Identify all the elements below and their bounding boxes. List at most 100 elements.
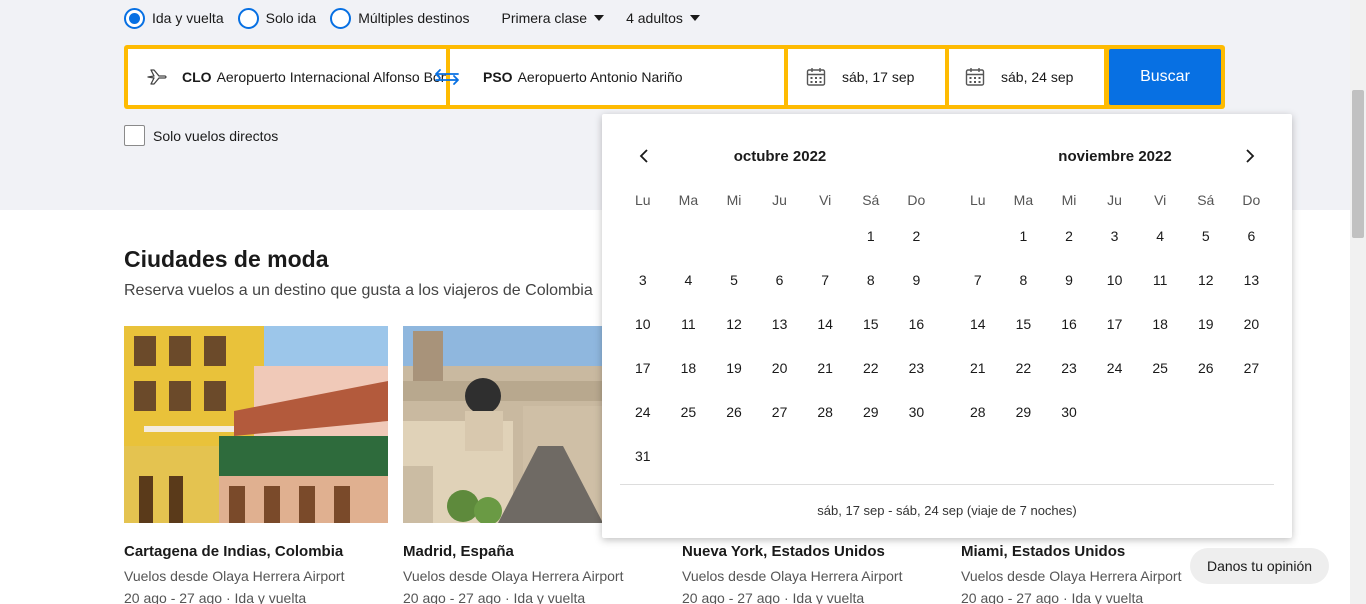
calendar-day[interactable]: 16 bbox=[894, 312, 940, 356]
calendar-day[interactable]: 5 bbox=[711, 268, 757, 312]
calendar-day[interactable]: 29 bbox=[1001, 400, 1047, 444]
swap-icon[interactable] bbox=[433, 67, 461, 87]
card-origin: Vuelos desde Olaya Herrera Airport bbox=[682, 568, 903, 584]
calendar-day[interactable]: 27 bbox=[1229, 356, 1275, 400]
calendar-day[interactable]: 15 bbox=[848, 312, 894, 356]
calendar-day[interactable]: 28 bbox=[955, 400, 1001, 444]
scrollbar-thumb[interactable] bbox=[1352, 90, 1364, 238]
cabin-class-label: Primera clase bbox=[501, 10, 588, 26]
calendar-day[interactable]: 24 bbox=[620, 400, 666, 444]
calendar-day[interactable]: 4 bbox=[666, 268, 712, 312]
weekday-label: Ma bbox=[1013, 192, 1034, 208]
calendar-day[interactable]: 10 bbox=[620, 312, 666, 356]
calendar-day[interactable]: 27 bbox=[757, 400, 803, 444]
calendar-day[interactable]: 20 bbox=[1229, 312, 1275, 356]
calendar-day[interactable]: 7 bbox=[802, 268, 848, 312]
calendar-day[interactable]: 21 bbox=[802, 356, 848, 400]
calendar-day[interactable]: 3 bbox=[620, 268, 666, 312]
oneway-radio[interactable]: Solo ida bbox=[237, 7, 316, 29]
depart-date-field[interactable]: sáb, 17 sep bbox=[788, 49, 945, 105]
calendar-day[interactable]: 6 bbox=[757, 268, 803, 312]
calendar-day[interactable]: 22 bbox=[1001, 356, 1047, 400]
origin-field[interactable]: CLO Aeropuerto Internacional Alfonso Bon… bbox=[128, 49, 446, 105]
calendar-day[interactable]: 23 bbox=[894, 356, 940, 400]
calendar-day[interactable]: 28 bbox=[802, 400, 848, 444]
calendar-day[interactable]: 4 bbox=[1137, 224, 1183, 268]
weekday-label: Lu bbox=[970, 192, 986, 208]
calendar-day[interactable]: 17 bbox=[620, 356, 666, 400]
calendar-day[interactable]: 12 bbox=[711, 312, 757, 356]
return-date-field[interactable]: sáb, 24 sep bbox=[949, 49, 1104, 105]
search-button[interactable]: Buscar bbox=[1109, 49, 1221, 105]
radio-selected-icon bbox=[124, 7, 145, 29]
card-dates: 20 ago - 27 ago · Ida y vuelta bbox=[403, 590, 586, 604]
calendar-day[interactable]: 31 bbox=[620, 444, 666, 488]
calendar-day[interactable]: 9 bbox=[894, 268, 940, 312]
calendar-day[interactable]: 9 bbox=[1046, 268, 1092, 312]
calendar-day[interactable]: 25 bbox=[666, 400, 712, 444]
calendar-day[interactable]: 22 bbox=[848, 356, 894, 400]
weekday-label: Lu bbox=[635, 192, 651, 208]
calendar-day[interactable]: 15 bbox=[1001, 312, 1047, 356]
calendar-day[interactable]: 26 bbox=[711, 400, 757, 444]
calendar-day[interactable]: 17 bbox=[1092, 312, 1138, 356]
calendar-day[interactable]: 16 bbox=[1046, 312, 1092, 356]
destination-field[interactable]: PSO Aeropuerto Antonio Nariño bbox=[450, 49, 784, 105]
plane-icon bbox=[146, 68, 168, 86]
travellers-dropdown[interactable]: 4 adultos bbox=[626, 10, 700, 26]
calendar-day[interactable]: 14 bbox=[802, 312, 848, 356]
calendar-day[interactable]: 5 bbox=[1183, 224, 1229, 268]
calendar-day[interactable]: 1 bbox=[1001, 224, 1047, 268]
calendar-day[interactable]: 1 bbox=[848, 224, 894, 268]
calendar-day[interactable]: 8 bbox=[848, 268, 894, 312]
calendar-day[interactable]: 13 bbox=[757, 312, 803, 356]
destination-card[interactable]: Cartagena de Indias, Colombia Vuelos des… bbox=[124, 326, 388, 604]
calendar-icon bbox=[965, 67, 985, 87]
calendar-empty-cell bbox=[711, 224, 757, 268]
calendar-day[interactable]: 19 bbox=[1183, 312, 1229, 356]
cabin-class-dropdown[interactable]: Primera clase bbox=[501, 10, 605, 26]
radio-icon bbox=[237, 7, 259, 29]
calendar-day[interactable]: 6 bbox=[1229, 224, 1275, 268]
calendar-day[interactable]: 14 bbox=[955, 312, 1001, 356]
calendar-day[interactable]: 18 bbox=[666, 356, 712, 400]
calendar-day[interactable]: 7 bbox=[955, 268, 1001, 312]
calendar-day[interactable]: 26 bbox=[1183, 356, 1229, 400]
calendar-day[interactable]: 10 bbox=[1092, 268, 1138, 312]
direct-flights-checkbox[interactable]: Solo vuelos directos bbox=[124, 125, 278, 146]
calendar-day[interactable]: 21 bbox=[955, 356, 1001, 400]
card-origin: Vuelos desde Olaya Herrera Airport bbox=[124, 568, 345, 584]
calendar-day[interactable]: 18 bbox=[1137, 312, 1183, 356]
chevron-down-icon bbox=[594, 15, 605, 21]
calendar-day[interactable]: 23 bbox=[1046, 356, 1092, 400]
weekday-label: Mi bbox=[726, 192, 742, 208]
weekday-header: Lu Ma Mi Ju Vi Sá Do bbox=[955, 192, 1275, 208]
origin-name: Aeropuerto Internacional Alfonso Bonilla… bbox=[216, 69, 446, 85]
calendar-day[interactable]: 30 bbox=[894, 400, 940, 444]
day-grid: 1 2 3 4 5 6 7 8 9 10 11 12 13 14 15 16 17 18 19 20 21 22 23 24 2… bbox=[955, 224, 1275, 444]
calendar-day[interactable]: 20 bbox=[757, 356, 803, 400]
calendar-day[interactable]: 25 bbox=[1137, 356, 1183, 400]
calendar-day[interactable]: 13 bbox=[1229, 268, 1275, 312]
calendar-day[interactable]: 30 bbox=[1046, 400, 1092, 444]
multi-city-radio[interactable]: Múltiples destinos bbox=[330, 7, 469, 29]
calendar-day[interactable]: 11 bbox=[666, 312, 712, 356]
feedback-button[interactable]: Danos tu opinión bbox=[1190, 548, 1329, 584]
calendar-day[interactable]: 12 bbox=[1183, 268, 1229, 312]
calendar-empty-cell bbox=[666, 224, 712, 268]
calendar-day[interactable]: 2 bbox=[894, 224, 940, 268]
divider bbox=[620, 484, 1274, 485]
calendar-day[interactable]: 8 bbox=[1001, 268, 1047, 312]
card-dates: 20 ago - 27 ago · Ida y vuelta bbox=[682, 590, 865, 604]
calendar-day[interactable]: 3 bbox=[1092, 224, 1138, 268]
calendar-day[interactable]: 19 bbox=[711, 356, 757, 400]
cartagena-photo bbox=[124, 326, 388, 523]
card-origin: Vuelos desde Olaya Herrera Airport bbox=[961, 568, 1182, 584]
calendar-day[interactable]: 2 bbox=[1046, 224, 1092, 268]
calendar-day[interactable]: 11 bbox=[1137, 268, 1183, 312]
calendar-day[interactable]: 29 bbox=[848, 400, 894, 444]
roundtrip-radio[interactable]: Ida y vuelta bbox=[124, 7, 224, 29]
calendar-day[interactable]: 24 bbox=[1092, 356, 1138, 400]
radio-icon bbox=[330, 7, 352, 29]
card-origin: Vuelos desde Olaya Herrera Airport bbox=[403, 568, 624, 584]
